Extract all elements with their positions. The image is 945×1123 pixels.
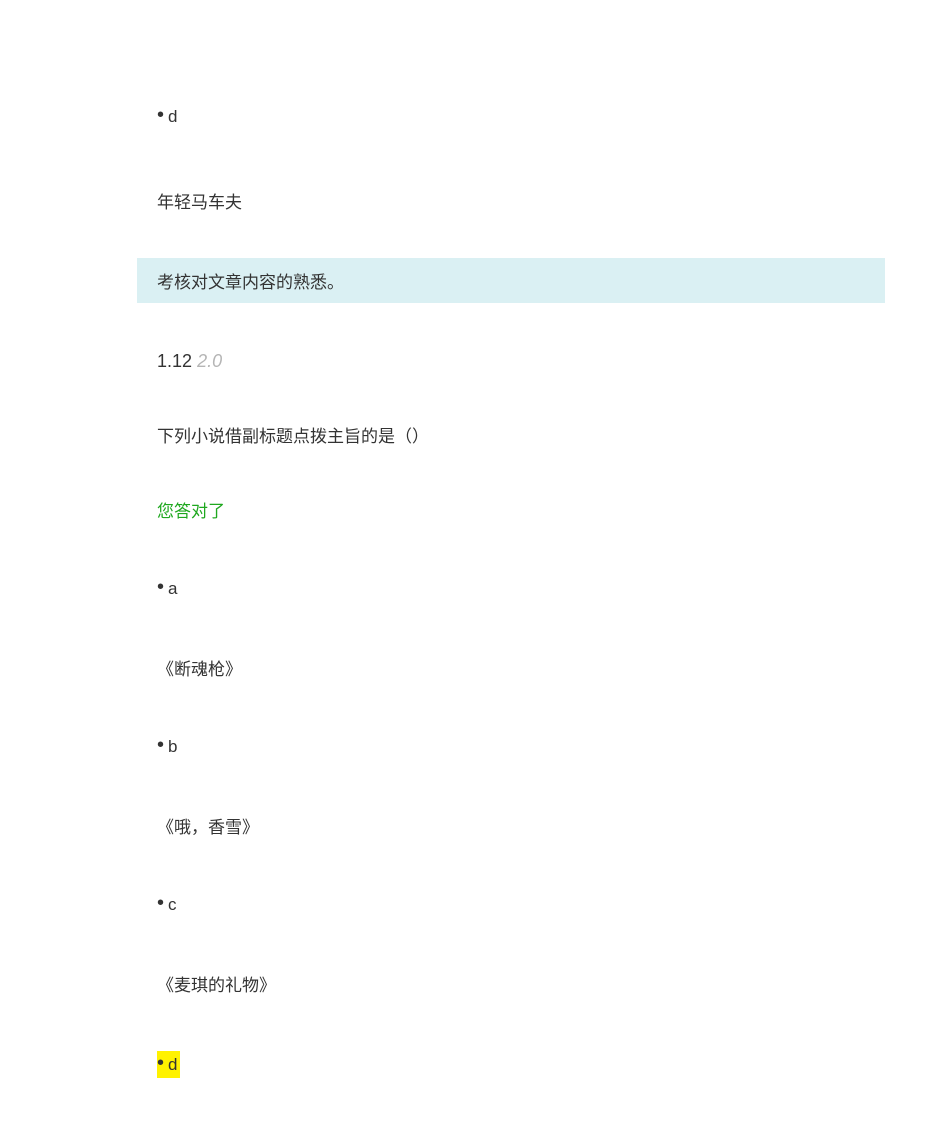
question-score: 2.0	[197, 351, 222, 371]
option-letter: b	[168, 737, 177, 756]
question-text: 下列小说借副标题点拨主旨的是（）	[157, 422, 835, 447]
document-content: •d 年轻马车夫 考核对文章内容的熟悉。 1.12 2.0 下列小说借副标题点拨…	[0, 0, 945, 1078]
option-letter: d	[168, 107, 177, 126]
bullet-icon: •	[157, 734, 164, 756]
option-d-letter-wrapper: •d	[157, 1051, 835, 1078]
assessment-note: 考核对文章内容的熟悉。	[137, 258, 885, 303]
option-a-letter: •a	[157, 577, 835, 600]
option-c-text: 《麦琪的礼物》	[157, 971, 835, 996]
option-letter: a	[168, 579, 177, 598]
bullet-icon: •	[157, 892, 164, 914]
bullet-icon: •	[157, 576, 164, 598]
option-b-letter: •b	[157, 735, 835, 758]
option-c-letter: •c	[157, 893, 835, 916]
option-d-highlighted: •d	[157, 1051, 180, 1078]
option-a-text: 《断魂枪》	[157, 655, 835, 680]
bullet-icon: •	[157, 104, 164, 126]
option-letter: d	[168, 1055, 177, 1074]
option-b-text: 《哦，香雪》	[157, 813, 835, 838]
answer-result: 您答对了	[157, 497, 835, 522]
prev-option-d-text: 年轻马车夫	[157, 188, 835, 213]
bullet-icon: •	[157, 1052, 164, 1074]
question-number: 1.12	[157, 351, 192, 371]
option-letter: c	[168, 895, 177, 914]
question-number-line: 1.12 2.0	[157, 351, 835, 372]
prev-option-d-letter: •d	[157, 105, 177, 128]
